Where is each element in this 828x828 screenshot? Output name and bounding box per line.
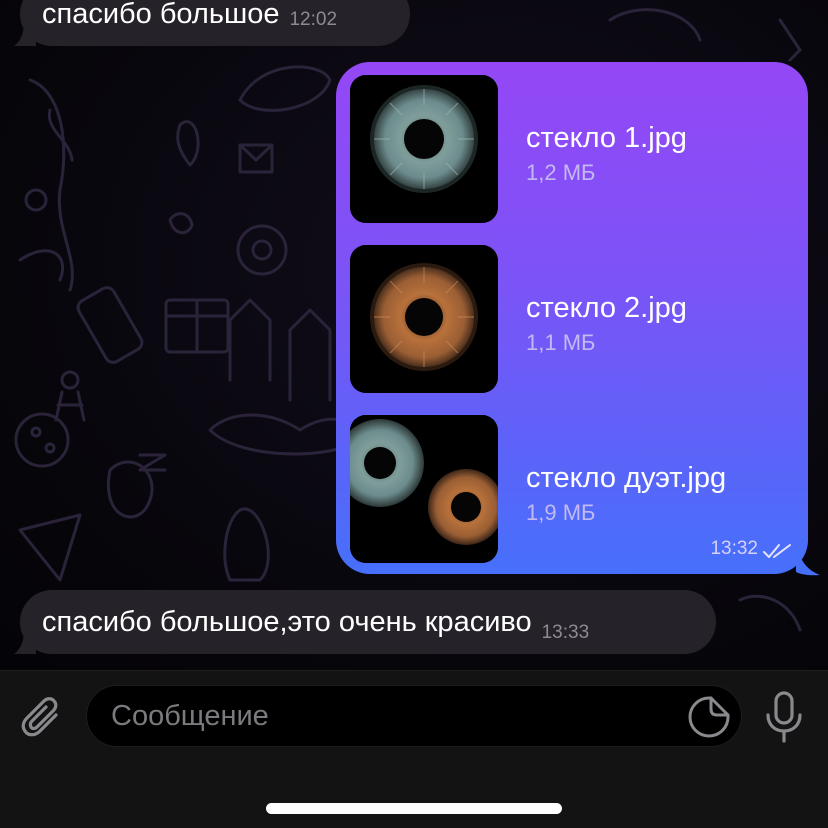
message-text: спасибо большое <box>42 0 280 30</box>
microphone-icon[interactable] <box>764 691 804 743</box>
outgoing-files-message[interactable]: стекло 1.jpg 1,2 МБ стекло 2.jpg 1,1 МБ … <box>336 62 808 574</box>
bubble-tail <box>14 22 36 46</box>
file-name: стекло 1.jpg <box>526 122 687 154</box>
bubble-tail <box>796 540 820 576</box>
file-name: стекло дуэт.jpg <box>526 462 727 494</box>
message-input[interactable] <box>111 686 671 746</box>
file-size: 1,2 МБ <box>526 160 596 185</box>
image-thumbnail[interactable] <box>350 415 498 563</box>
iris-duo-image <box>350 415 498 563</box>
file-size: 1,9 МБ <box>526 500 596 525</box>
incoming-message[interactable]: спасибо большое 12:02 <box>20 0 410 46</box>
message-field[interactable] <box>86 685 742 747</box>
message-time: 12:02 <box>289 9 338 30</box>
incoming-message[interactable]: спасибо большое,это очень красиво 13:33 <box>20 590 716 654</box>
file-attachment[interactable]: стекло 2.jpg 1,1 МБ <box>350 245 790 393</box>
message-time: 13:32 <box>710 538 758 559</box>
message-composer <box>0 670 828 828</box>
file-attachment[interactable]: стекло 1.jpg 1,2 МБ <box>350 75 790 223</box>
double-check-icon <box>763 544 791 558</box>
image-thumbnail[interactable] <box>350 245 498 393</box>
bubble-tail <box>14 630 36 654</box>
file-size: 1,1 МБ <box>526 330 596 355</box>
file-name: стекло 2.jpg <box>526 292 687 324</box>
message-text: спасибо большое,это очень красиво <box>42 605 532 638</box>
image-thumbnail[interactable] <box>350 75 498 223</box>
message-time: 13:33 <box>541 622 590 643</box>
home-indicator[interactable] <box>266 803 562 814</box>
sticker-icon[interactable] <box>687 695 731 739</box>
blue-iris-image <box>350 75 498 223</box>
amber-iris-image <box>350 245 498 393</box>
paperclip-icon[interactable] <box>20 695 66 741</box>
chat-area[interactable]: спасибо большое 12:02 стекло 1.jpg 1,2 М… <box>0 0 828 670</box>
